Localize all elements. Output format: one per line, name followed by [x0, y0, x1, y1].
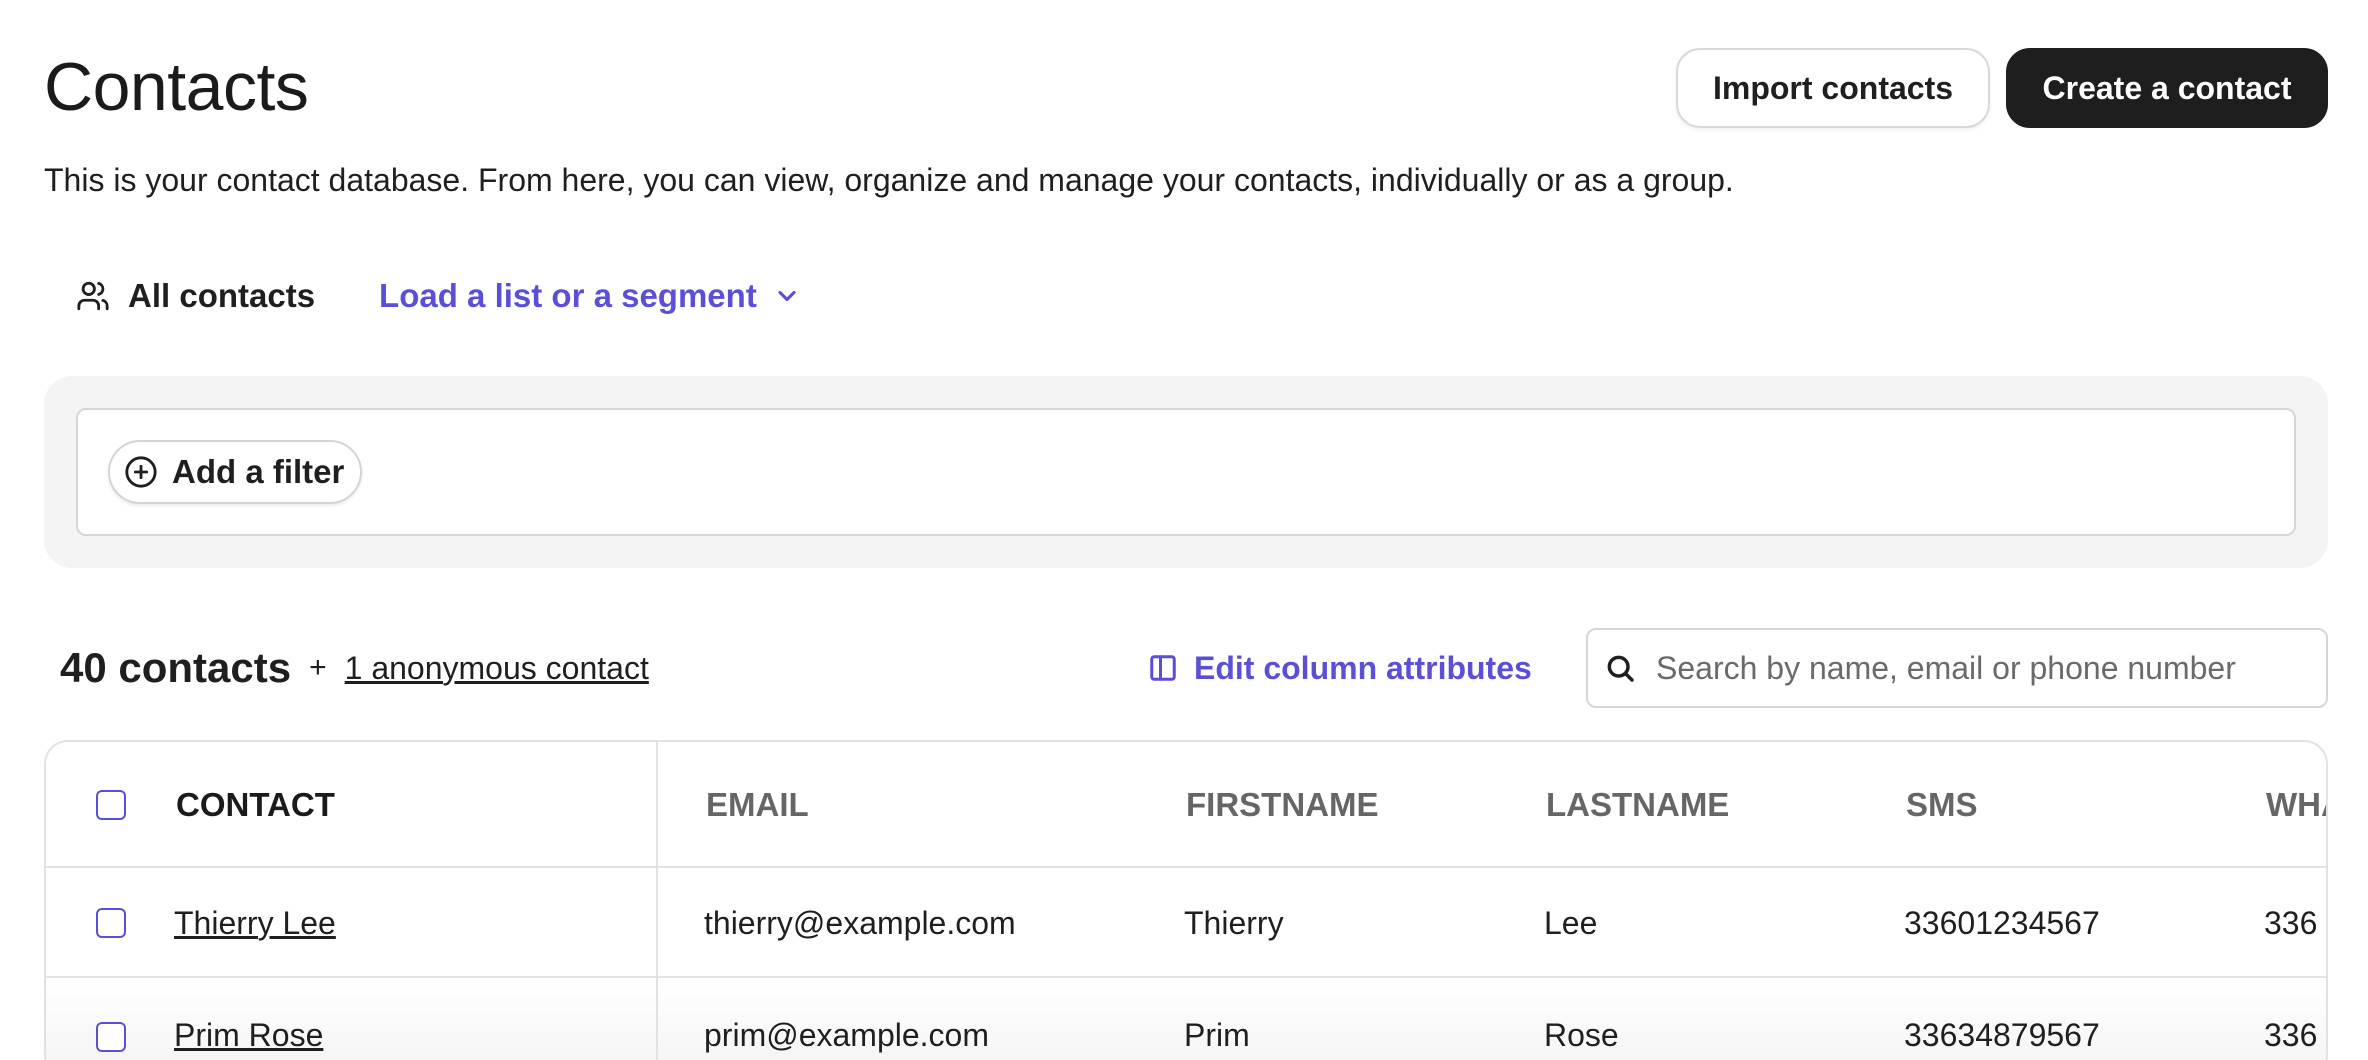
plus-circle-icon: [125, 456, 157, 488]
all-contacts-label: All contacts: [128, 277, 316, 314]
contacts-table: CONTACT EMAIL FIRSTNAME LASTNAME SMS WHA…: [44, 740, 2328, 1060]
load-list-segment-dropdown[interactable]: Load a list or a segment: [379, 277, 801, 315]
table-row[interactable]: Thierry Lee thierry@example.com Thierry …: [46, 868, 2326, 978]
load-list-label: Load a list or a segment: [379, 277, 757, 314]
firstname-cell: Thierry: [1184, 904, 1284, 941]
page-title: Contacts: [44, 49, 309, 125]
column-header-whatsapp[interactable]: WHA: [2266, 742, 2326, 868]
edit-column-attributes-label: Edit column attributes: [1194, 649, 1532, 686]
email-cell: prim@example.com: [704, 1016, 989, 1053]
row-checkbox[interactable]: [96, 1022, 126, 1052]
add-filter-label: Add a filter: [172, 453, 345, 490]
page-description: This is your contact database. From here…: [44, 162, 1734, 198]
whatsapp-cell: 336: [2264, 1016, 2318, 1053]
contacts-count: 40 contacts: [60, 644, 292, 691]
row-checkbox[interactable]: [96, 908, 126, 938]
lastname-cell: Rose: [1544, 1016, 1619, 1053]
column-header-firstname[interactable]: FIRSTNAME: [1186, 742, 1379, 868]
search-icon: [1607, 655, 1634, 682]
sms-cell: 33601234567: [1904, 904, 2100, 941]
search-box: [1586, 628, 2328, 708]
sticky-column-divider: [656, 742, 658, 1060]
contact-name-link[interactable]: Prim Rose: [174, 980, 323, 1060]
add-filter-button[interactable]: Add a filter: [108, 440, 363, 504]
whatsapp-cell: 336: [2264, 904, 2318, 941]
create-contact-button[interactable]: Create a contact: [2006, 48, 2328, 128]
column-header-lastname[interactable]: LASTNAME: [1546, 742, 1729, 868]
users-icon: [77, 281, 109, 311]
sms-cell: 33634879567: [1904, 1016, 2100, 1053]
contacts-summary: 40 contacts + 1 anonymous contact: [60, 640, 649, 696]
filter-panel: Add a filter: [44, 376, 2328, 568]
view-selector: All contacts Load a list or a segment: [76, 272, 801, 320]
anonymous-contact-link[interactable]: 1 anonymous contact: [345, 650, 649, 687]
lastname-cell: Lee: [1544, 904, 1598, 941]
email-cell: thierry@example.com: [704, 904, 1016, 941]
search-input[interactable]: [1656, 649, 2296, 687]
table-row[interactable]: Prim Rose prim@example.com Prim Rose 336…: [46, 980, 2326, 1060]
edit-column-attributes-button[interactable]: Edit column attributes: [1148, 640, 1532, 696]
all-contacts-tab[interactable]: All contacts: [76, 277, 315, 315]
column-header-email[interactable]: EMAIL: [706, 742, 809, 868]
column-header-contact[interactable]: CONTACT: [176, 742, 335, 868]
import-contacts-button[interactable]: Import contacts: [1676, 48, 1990, 128]
contact-name-link[interactable]: Thierry Lee: [174, 868, 336, 978]
table-header: CONTACT EMAIL FIRSTNAME LASTNAME SMS WHA: [46, 742, 2326, 868]
column-header-sms[interactable]: SMS: [1906, 742, 1978, 868]
select-all-checkbox[interactable]: [96, 790, 126, 820]
plus-separator: +: [309, 651, 327, 684]
filter-box: Add a filter: [76, 408, 2296, 536]
columns-icon: [1150, 655, 1176, 681]
chevron-down-icon: [778, 290, 796, 302]
firstname-cell: Prim: [1184, 1016, 1250, 1053]
